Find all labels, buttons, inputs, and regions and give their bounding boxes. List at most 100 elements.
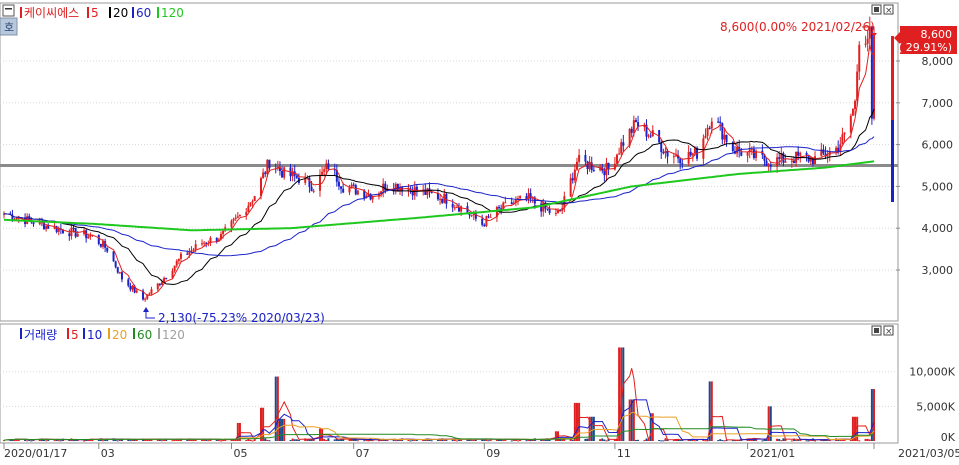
volume-bar <box>264 438 267 441</box>
volume-bar <box>337 439 340 441</box>
candle-body <box>144 298 147 300</box>
candle-body <box>99 243 102 247</box>
candle-body <box>188 252 191 255</box>
candle-body <box>826 155 829 157</box>
candle-body <box>672 156 675 158</box>
volume-bar <box>487 440 490 442</box>
candle-body <box>283 167 286 178</box>
volume-bar <box>396 440 399 442</box>
volume-bar <box>289 440 292 442</box>
candle-body <box>253 196 256 202</box>
volume-bar <box>599 439 602 441</box>
candle-body <box>72 227 75 229</box>
candle-body <box>485 216 488 227</box>
current-price-change: ( 29.91%) <box>898 41 952 54</box>
volume-bar <box>276 376 279 441</box>
candle-body <box>451 203 454 208</box>
volume-bar <box>782 438 785 441</box>
candle-body <box>620 142 623 154</box>
volume-bar <box>325 439 328 441</box>
candle-body <box>723 134 726 140</box>
candle-body <box>822 149 825 154</box>
volume-bar <box>262 407 265 441</box>
stock-chart-window: 호 케이씨에스 5 20 60 120 × × 8,600(0.00% 2021… <box>0 0 959 461</box>
volume-bar <box>790 440 793 442</box>
candle-body <box>708 127 711 129</box>
volume-bar <box>57 440 60 442</box>
volume-bar <box>45 440 48 442</box>
volume-bar <box>116 440 119 442</box>
candle-body <box>674 155 677 157</box>
volume-bar <box>807 440 810 442</box>
candle-body <box>160 281 163 286</box>
candle-body <box>266 159 269 175</box>
candle-body <box>510 202 513 205</box>
volume-bar <box>795 440 798 442</box>
candle-body <box>201 243 204 245</box>
volume-bar <box>634 440 637 442</box>
volume-bar <box>283 418 286 441</box>
close-volume-panel-icon: × <box>885 327 893 337</box>
volume-bar <box>297 439 300 441</box>
candle-body <box>837 147 840 152</box>
volume-bar <box>856 416 859 441</box>
close-panel-icon: × <box>885 6 893 16</box>
volume-bar <box>281 418 284 441</box>
candle-body <box>165 277 168 279</box>
candle-body <box>841 134 844 145</box>
candle-body <box>799 153 802 156</box>
candle-body <box>805 153 808 156</box>
volume-bar <box>578 402 581 441</box>
volume-bar <box>83 440 86 442</box>
candle-body <box>129 285 132 290</box>
volume-bar <box>643 440 646 442</box>
volume-bar <box>502 440 505 442</box>
candle-body <box>106 247 109 252</box>
candle-body <box>150 289 153 294</box>
candle-body <box>356 190 359 195</box>
volume-bar <box>662 440 665 442</box>
volume-bar <box>660 440 663 442</box>
candle-body <box>186 253 189 255</box>
date-axis-label: 05 <box>234 447 248 460</box>
candle-body <box>177 258 180 262</box>
volume-bar <box>601 438 604 441</box>
volume-bar <box>356 440 359 442</box>
volume-bar <box>571 440 574 442</box>
volume-bar <box>59 440 62 442</box>
volume-bar <box>495 439 498 441</box>
volume-axis-label: 10,000K <box>909 366 955 379</box>
candle-body <box>32 222 35 225</box>
candle-body <box>460 206 463 212</box>
volume-bar <box>72 440 75 442</box>
volume-bar <box>693 440 696 442</box>
candle-body <box>866 38 869 44</box>
jump-icon-glyph: 호 <box>4 21 14 34</box>
candle-body <box>131 286 134 290</box>
candle-body <box>851 109 854 116</box>
volume-bar <box>24 439 27 441</box>
candle-body <box>548 208 551 213</box>
volume-bar <box>129 440 132 442</box>
candle-body <box>689 151 692 156</box>
candle-body <box>249 202 252 206</box>
price-axis-label: 7,000 <box>922 97 954 110</box>
candle-body <box>348 187 351 193</box>
candle-body <box>767 164 770 166</box>
candle-body <box>57 228 60 232</box>
volume-bar <box>717 440 720 442</box>
candle-body <box>310 186 313 192</box>
candle-body <box>354 185 357 195</box>
candle-body <box>312 190 315 192</box>
volume-bar <box>510 440 513 442</box>
candle-body <box>247 205 250 213</box>
candle-body <box>87 236 90 239</box>
volume-bar <box>352 439 355 441</box>
volume-bar <box>171 440 174 442</box>
candle-body <box>569 178 572 197</box>
panel-menu-icon[interactable] <box>2 4 15 17</box>
candle-body <box>607 162 610 170</box>
volume-bar <box>719 439 722 441</box>
candle-body <box>340 186 343 189</box>
candle-body <box>156 283 159 290</box>
